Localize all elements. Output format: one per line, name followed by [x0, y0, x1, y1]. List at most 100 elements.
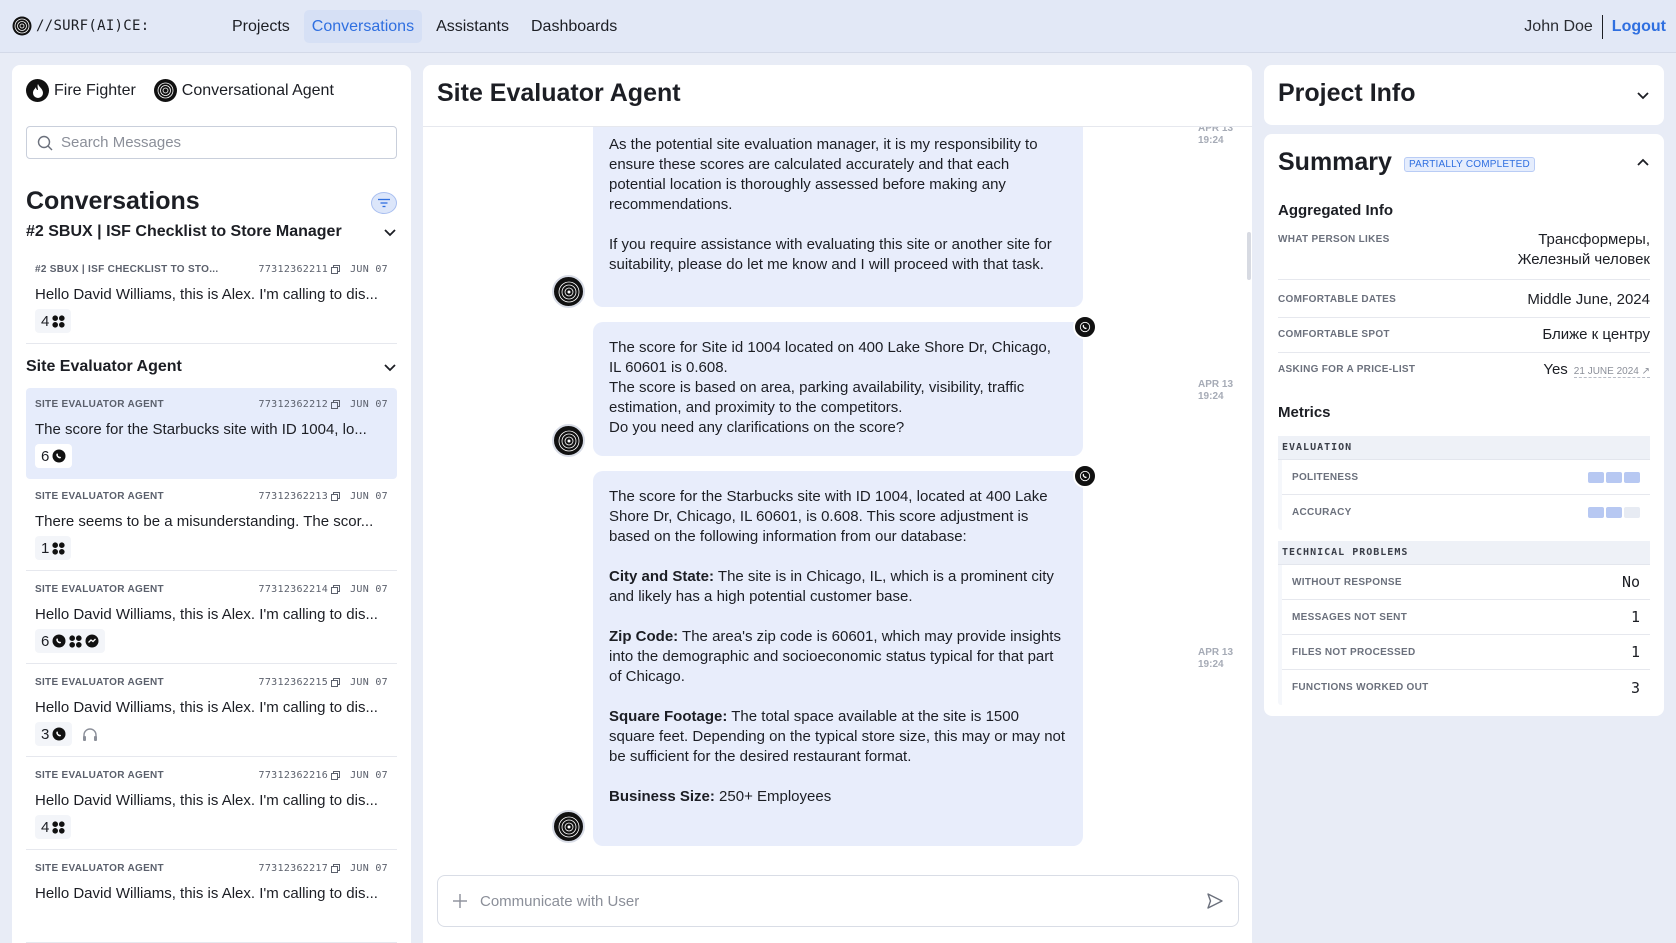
search-input[interactable] — [61, 134, 381, 151]
conversation-id: 77312362216 — [258, 769, 329, 781]
list-item[interactable]: #2 SBUX | ISF CHECKLIST TO STO... 7731236… — [26, 253, 397, 344]
whatsapp-icon — [1073, 315, 1097, 339]
chevron-up-icon[interactable] — [1636, 158, 1650, 167]
message-line: Do you need any clarifications on the sc… — [609, 419, 905, 436]
info-key: COMFORTABLE DATES — [1278, 294, 1397, 305]
plus-icon[interactable] — [452, 893, 468, 909]
message-count-badge: 6 — [35, 629, 106, 653]
metric-row: WITHOUT RESPONSE No — [1282, 565, 1650, 600]
info-value: Middle June, 2024 — [1527, 291, 1650, 308]
info-row: COMFORTABLE SPOT Ближе к центру — [1278, 319, 1650, 353]
copy-icon[interactable] — [331, 584, 341, 594]
summary-panel: Summary PARTIALLY COMPLETED Aggregated I… — [1264, 134, 1664, 716]
nav-dashboards[interactable]: Dashboards — [523, 10, 625, 43]
project-info-title: Project Info — [1278, 79, 1416, 107]
conversation-agent: SITE EVALUATOR AGENT — [35, 676, 164, 688]
list-item[interactable]: SITE EVALUATOR AGENT 77312362215 JUN 07 He… — [26, 666, 397, 757]
group-title: Site Evaluator Agent — [26, 358, 182, 375]
conversation-preview: The score for the Starbucks site with ID… — [35, 421, 367, 438]
grid-icon — [52, 820, 65, 834]
info-value: Трансформеры, Железный человек — [1517, 231, 1650, 268]
main-nav: Projects Conversations Assistants Dashbo… — [224, 10, 625, 43]
nav-conversations[interactable]: Conversations — [303, 10, 423, 43]
nav-assistants[interactable]: Assistants — [428, 10, 517, 43]
copy-icon[interactable] — [331, 264, 341, 274]
message-paragraph: The score for the Starbucks site with ID… — [609, 488, 1048, 545]
logout-link[interactable]: Logout — [1603, 18, 1666, 36]
metric-row: MESSAGES NOT SENT 1 — [1282, 600, 1650, 635]
conversation-preview: Hello David Williams, this is Alex. I'm … — [35, 606, 378, 623]
composer — [437, 875, 1239, 927]
metric-key: MESSAGES NOT SENT — [1292, 611, 1408, 623]
chevron-down-icon[interactable] — [1636, 91, 1650, 100]
list-item[interactable]: SITE EVALUATOR AGENT 77312362217 JUN 07 He… — [26, 852, 397, 943]
whatsapp-icon — [52, 727, 66, 741]
flame-icon — [26, 79, 49, 102]
date-link[interactable]: 21 JUNE 2024 ↗ — [1573, 366, 1650, 378]
message-count: 4 — [41, 312, 50, 330]
logo[interactable]: //SURF(AI)CE: — [12, 16, 149, 36]
group-header[interactable]: Site Evaluator Agent — [26, 358, 397, 376]
metrics-title: Metrics — [1278, 404, 1331, 421]
conversation-agent: SITE EVALUATOR AGENT — [35, 490, 164, 502]
message-thread[interactable]: As the potential site evaluation manager… — [423, 126, 1252, 861]
conversations-panel: Fire Fighter Conversational Agent Conver… — [12, 65, 411, 943]
copy-icon[interactable] — [331, 863, 341, 873]
conversation-id: 77312362213 — [258, 490, 329, 502]
agent-fire-fighter[interactable]: Fire Fighter — [26, 79, 136, 102]
user-name: John Doe — [1524, 18, 1593, 35]
metric-value: No — [1621, 573, 1640, 591]
message-count-badge: 3 — [35, 722, 73, 746]
rating-bar — [1588, 507, 1604, 518]
list-item[interactable]: SITE EVALUATOR AGENT 77312362212 JUN 07 Th… — [26, 388, 397, 479]
message-count: 3 — [41, 725, 50, 743]
group-header[interactable]: #2 SBUX | ISF Checklist to Store Manager — [26, 223, 397, 241]
copy-icon[interactable] — [331, 677, 341, 687]
conversation-preview: There seems to be a misunderstanding. Th… — [35, 513, 374, 530]
whatsapp-icon — [52, 634, 66, 648]
metric-row: FILES NOT PROCESSED 1 — [1282, 635, 1650, 670]
info-key: WHAT PERSON LIKES — [1278, 234, 1390, 245]
send-icon[interactable] — [1206, 892, 1224, 910]
rating-bar — [1588, 471, 1604, 483]
copy-icon[interactable] — [331, 399, 341, 409]
info-row: WHAT PERSON LIKES Трансформеры, Железный… — [1278, 230, 1650, 280]
search-icon — [37, 135, 53, 150]
list-item[interactable]: SITE EVALUATOR AGENT 77312362216 JUN 07 He… — [26, 759, 397, 850]
group-title: #2 SBUX | ISF Checklist to Store Manager — [26, 223, 342, 240]
agent-conversational[interactable]: Conversational Agent — [153, 79, 334, 102]
conversation-agent: SITE EVALUATOR AGENT — [35, 769, 164, 781]
scrollbar[interactable] — [1247, 232, 1251, 280]
aggregated-info-title: Aggregated Info — [1278, 202, 1393, 219]
chevron-down-icon[interactable] — [383, 228, 397, 237]
logo-text: //SURF(AI)CE: — [36, 18, 150, 34]
message-count-badge: 4 — [35, 309, 72, 333]
chevron-down-icon[interactable] — [383, 363, 397, 372]
metric-row: ACCURACY — [1282, 495, 1650, 530]
spiral-logo-icon — [12, 16, 32, 36]
list-item[interactable]: SITE EVALUATOR AGENT 77312362214 JUN 07 He… — [26, 573, 397, 664]
copy-icon[interactable] — [331, 770, 341, 780]
project-info-panel[interactable]: Project Info — [1264, 65, 1664, 125]
list-item[interactable]: SITE EVALUATOR AGENT 77312362213 JUN 07 Th… — [26, 480, 397, 571]
message-count-badge: 1 — [35, 536, 72, 560]
conversation-agent: SITE EVALUATOR AGENT — [35, 583, 164, 595]
headset-icon — [83, 727, 98, 741]
bot-avatar — [552, 810, 585, 843]
nav-projects[interactable]: Projects — [224, 10, 298, 43]
message-count: 6 — [41, 632, 50, 650]
message-section: Square Footage: The total space availabl… — [609, 708, 1066, 765]
top-navigation: //SURF(AI)CE: Projects Conversations Ass… — [0, 0, 1676, 53]
conversation-preview: Hello David Williams, this is Alex. I'm … — [35, 699, 378, 716]
grid-icon — [69, 634, 82, 648]
bot-avatar — [552, 424, 585, 457]
message-input[interactable] — [480, 892, 1180, 910]
conversation-id: 77312362211 — [258, 263, 329, 275]
conversation-preview: Hello David Williams, this is Alex. I'm … — [35, 286, 378, 303]
status-badge: PARTIALLY COMPLETED — [1404, 157, 1535, 172]
technical-problems: TECHNICAL PROBLEMS WITHOUT RESPONSE No ME… — [1278, 541, 1650, 705]
copy-icon[interactable] — [331, 491, 341, 501]
evaluation-metrics: EVALUATION POLITENESS ACCURACY — [1278, 436, 1650, 530]
conversation-date: JUN 07 — [350, 583, 388, 595]
filter-button[interactable] — [371, 192, 397, 214]
